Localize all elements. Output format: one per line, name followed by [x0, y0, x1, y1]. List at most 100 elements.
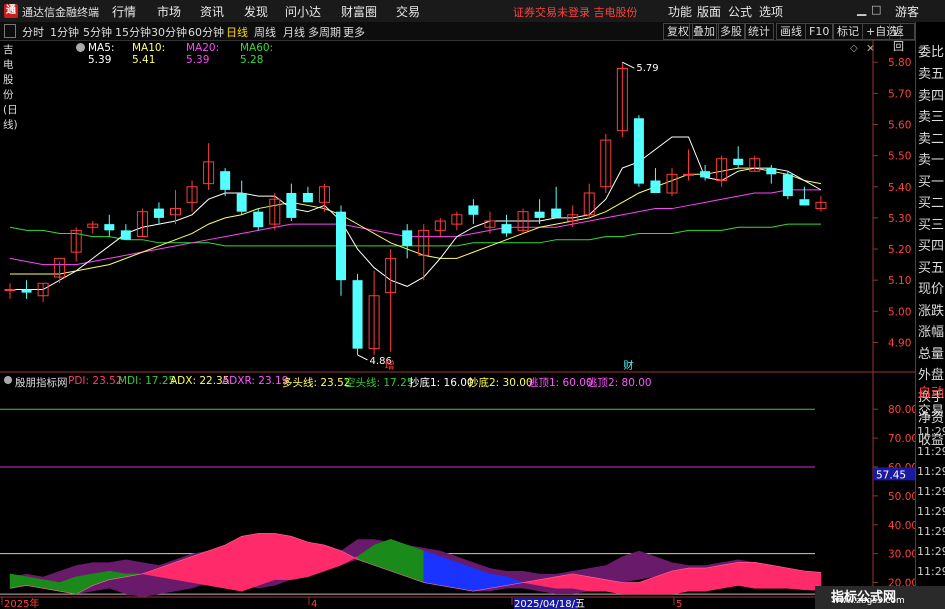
candle-body-down: [21, 289, 32, 293]
indicator-name[interactable]: 殷朋指标网: [15, 375, 68, 390]
period-toolbar: 分时 1分钟 5分钟 15分钟 30分钟 60分钟 日线 周线 月线 多周期 更多 复权 叠加 多股 统计画…: [0, 22, 915, 53]
trade-time: 11:29: [917, 565, 945, 578]
dtx-value: 多头线: 23.52: [282, 377, 351, 389]
watermark-url-visible: www.zbgs3.com: [832, 596, 905, 606]
period-tab[interactable]: 1分钟: [50, 24, 79, 40]
dmi-ribbon-segment: [671, 567, 689, 595]
ind-tick-label: 50.00: [888, 491, 915, 503]
low-pointer: [357, 354, 368, 361]
menu-right-item[interactable]: 公式: [728, 3, 752, 20]
candle-body-down: [501, 224, 512, 234]
zeng-marker: 增: [385, 359, 395, 372]
trade-time: 11:29: [917, 545, 945, 558]
minimize-icon[interactable]: ▁: [857, 2, 866, 16]
menu-item[interactable]: 问小达: [285, 3, 321, 20]
period-tab[interactable]: 多周期: [308, 24, 341, 40]
period-tab[interactable]: 分时: [22, 24, 44, 40]
dmi-ribbon-segment: [423, 550, 441, 586]
candle-body-down: [650, 180, 661, 193]
pin-icon[interactable]: [4, 24, 16, 38]
price-tick-label: 5.30: [888, 213, 911, 225]
menu-item[interactable]: 资讯: [200, 3, 224, 20]
toolbar-button[interactable]: 返回: [889, 23, 915, 53]
toolbar-button[interactable]: 标记: [833, 23, 863, 40]
menu-right-item[interactable]: 版面: [697, 3, 721, 20]
period-tab[interactable]: 周线: [254, 24, 276, 40]
price-tick-label: 5.00: [888, 306, 911, 318]
quote-label: 总量: [918, 346, 945, 362]
toolbar-button[interactable]: 统计: [744, 23, 774, 40]
trade-time: 11:29: [917, 465, 945, 478]
dmi-ribbon-segment: [704, 564, 722, 592]
candle-body-down: [534, 211, 545, 218]
menu-item[interactable]: 财富圈: [341, 3, 377, 20]
dmi-ribbon-segment: [440, 556, 458, 589]
date-tick-label: 2025/04/18/五: [514, 599, 585, 609]
dmi-ribbon-segment: [291, 535, 309, 580]
candle-body-down: [104, 224, 115, 231]
menu-item[interactable]: 市场: [157, 3, 181, 20]
trade-label[interactable]: 交易: [918, 404, 944, 420]
period-tab[interactable]: 日线: [226, 24, 248, 40]
candle-body-down: [799, 199, 810, 206]
quote-label: 外盘: [918, 368, 945, 383]
menu-item[interactable]: 行情: [112, 3, 136, 20]
ma5-line: [10, 136, 822, 291]
candle-body-down: [782, 174, 793, 197]
candle-body-down: [120, 230, 131, 240]
pdi-value: PDI: 23.52: [68, 375, 123, 387]
period-tab[interactable]: 月线: [283, 24, 305, 40]
toolbar-button[interactable]: 多股: [716, 23, 746, 40]
price-tick-label: 4.90: [888, 337, 911, 349]
candle-body-down: [153, 208, 164, 218]
price-tick-label: 5.60: [888, 119, 911, 131]
period-tab[interactable]: 30分钟: [151, 24, 187, 40]
price-tick-label: 5.80: [888, 57, 911, 69]
adx-value: ADX: 22.35: [170, 375, 230, 387]
menu-right-item[interactable]: 游客: [895, 3, 919, 20]
period-tab[interactable]: 60分钟: [188, 24, 224, 40]
price-tick-label: 5.50: [888, 151, 911, 163]
date-tick-label: 2025年: [4, 597, 39, 609]
dmi-ribbon-segment: [406, 544, 424, 583]
dmi-ribbon-segment: [771, 564, 789, 589]
indicator-settings-icon[interactable]: [4, 376, 12, 384]
dmi-ribbon-segment: [324, 544, 342, 572]
quote-label: 买四: [918, 239, 945, 254]
quote-label: 卖五: [918, 67, 945, 82]
dmi-ribbon-segment: [274, 533, 292, 580]
dmi-ribbon-segment: [258, 533, 276, 586]
quote-label: 委比: [918, 45, 945, 60]
app-logo-icon: 通: [4, 4, 18, 18]
candle-body-down: [633, 118, 644, 184]
ma20-line: [9, 189, 821, 266]
main-chart[interactable]: 5.80 5.70 5.60 5.50 5.40 5.30 5.20 5.10 5.00 4.90…: [0, 40, 915, 609]
menu-right-item[interactable]: 选项: [759, 3, 783, 20]
trade-label[interactable]: 自动: [918, 386, 944, 402]
toolbar-button[interactable]: F10: [805, 23, 834, 40]
toolbar-button[interactable]: 叠加: [689, 23, 719, 40]
ktx-value: 空头线: 17.25: [345, 377, 414, 389]
quote-label: 现价: [918, 282, 945, 297]
ind-tick-label: 70.00: [888, 433, 915, 445]
price-tick-label: 5.20: [888, 244, 911, 256]
title-bar: 通 通达信金融终端 证券交易未登录 吉电股份 ▁ □ 行情 市场 资讯 发现 问小达 财富…: [0, 0, 945, 23]
period-tab[interactable]: 更多: [343, 24, 365, 40]
cai-marker: 财: [623, 359, 633, 372]
price-tick-label: 5.40: [888, 182, 911, 194]
menu-right-item[interactable]: 功能: [668, 3, 692, 20]
ind-tick-label: 30.00: [888, 549, 915, 561]
dmi-ribbon-segment: [737, 562, 755, 589]
candle-body-down: [402, 230, 413, 246]
period-tab[interactable]: 15分钟: [115, 24, 151, 40]
candle-body-down: [302, 192, 313, 203]
candle-body-down: [236, 192, 247, 212]
menu-item[interactable]: 交易: [396, 3, 420, 20]
period-tab[interactable]: 5分钟: [83, 24, 112, 40]
td2-value: 逃顶2: 80.00: [587, 377, 652, 389]
menu-item[interactable]: 发现: [244, 3, 268, 20]
candle-body-down: [766, 168, 777, 175]
toolbar-button[interactable]: 画线: [776, 23, 806, 40]
quote-label: 买五: [918, 260, 945, 276]
maximize-icon[interactable]: □: [871, 3, 881, 16]
